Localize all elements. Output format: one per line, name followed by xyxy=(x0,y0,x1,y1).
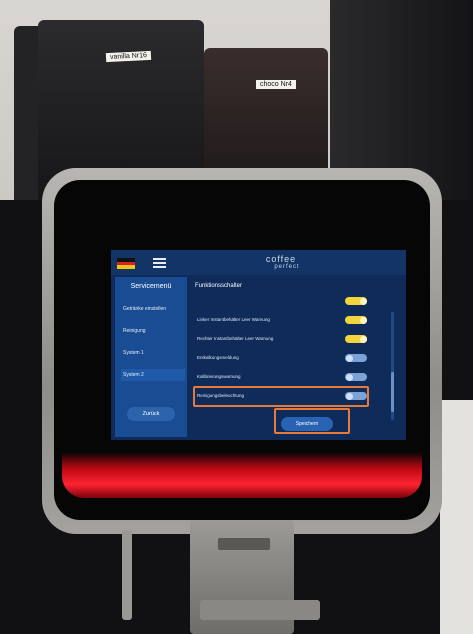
sidebar-item-system-1[interactable]: System 1 xyxy=(121,347,185,359)
toggle-knob xyxy=(359,335,367,343)
toggle-knob xyxy=(345,392,353,400)
toggle-knob xyxy=(345,354,353,362)
panel-title: Funktionsschalter xyxy=(195,283,243,289)
toggle-knob xyxy=(345,373,353,381)
setting-label: Rechter Instantbehälter Leer Warnung xyxy=(197,336,274,341)
setting-row-descaling[interactable]: Entkalkungsmeldung xyxy=(195,351,367,365)
language-flag-icon[interactable] xyxy=(117,258,135,269)
setting-row-right-instant-warning[interactable]: Rechter Instantbehälter Leer Warnung xyxy=(195,332,367,346)
toggle-knob xyxy=(359,316,367,324)
back-button[interactable]: Zurück xyxy=(127,407,175,421)
menu-line xyxy=(153,266,166,268)
setting-row-cut[interactable] xyxy=(195,294,367,308)
dispenser-badge xyxy=(218,538,270,550)
toggle-switch[interactable] xyxy=(345,392,367,400)
touch-screen: coffee perfect Servicemenü Getränke eins… xyxy=(111,250,406,440)
brand-logo-top: coffee xyxy=(265,254,297,264)
setting-label: Entkalkungsmeldung xyxy=(197,355,239,360)
setting-label: Reinigungsbeleuchtung xyxy=(197,393,245,398)
cabinet xyxy=(440,400,473,634)
setting-label: Linker Instantbehälter Leer Warnung xyxy=(197,317,270,322)
sidebar-item-reinigung[interactable]: Reinigung xyxy=(121,325,185,337)
sidebar-item-system-2[interactable]: System 2 xyxy=(121,369,185,381)
setting-label: Kalibrierungswarnung xyxy=(197,374,241,379)
toggle-switch[interactable] xyxy=(345,373,367,381)
drip-tray xyxy=(200,600,320,620)
sidebar-title: Servicemenü xyxy=(130,283,172,290)
hot-water-spout xyxy=(122,530,132,620)
flag-stripe-gold xyxy=(117,265,135,269)
menu-line xyxy=(153,262,166,264)
toggle-switch[interactable] xyxy=(345,354,367,362)
toggle-switch[interactable] xyxy=(345,335,367,343)
toggle-switch[interactable] xyxy=(345,297,367,305)
save-highlight-box xyxy=(274,408,350,434)
setting-row-left-instant-warning[interactable]: Linker Instantbehälter Leer Warnung xyxy=(195,313,367,327)
setting-row-calibration[interactable]: Kalibrierungswarnung xyxy=(195,370,367,384)
hopper-label-right: choco Nr4 xyxy=(256,80,296,89)
sidebar-item-getraenke[interactable]: Getränke einstellen xyxy=(121,303,185,315)
brand-logo: coffee perfect xyxy=(241,255,321,275)
toggle-switch[interactable] xyxy=(345,316,367,324)
hamburger-menu-icon[interactable] xyxy=(153,258,166,268)
top-bar: coffee perfect xyxy=(111,250,406,275)
toggle-knob xyxy=(359,297,367,305)
scroll-thumb[interactable] xyxy=(391,372,394,412)
brand-logo-bottom: perfect xyxy=(274,264,300,270)
scrollbar[interactable] xyxy=(391,312,394,420)
red-led-strip xyxy=(62,452,422,498)
menu-line xyxy=(153,258,166,260)
service-sidebar: Servicemenü Getränke einstellen Reinigun… xyxy=(115,277,187,437)
setting-row-cleaning-light[interactable]: Reinigungsbeleuchtung xyxy=(195,389,367,403)
